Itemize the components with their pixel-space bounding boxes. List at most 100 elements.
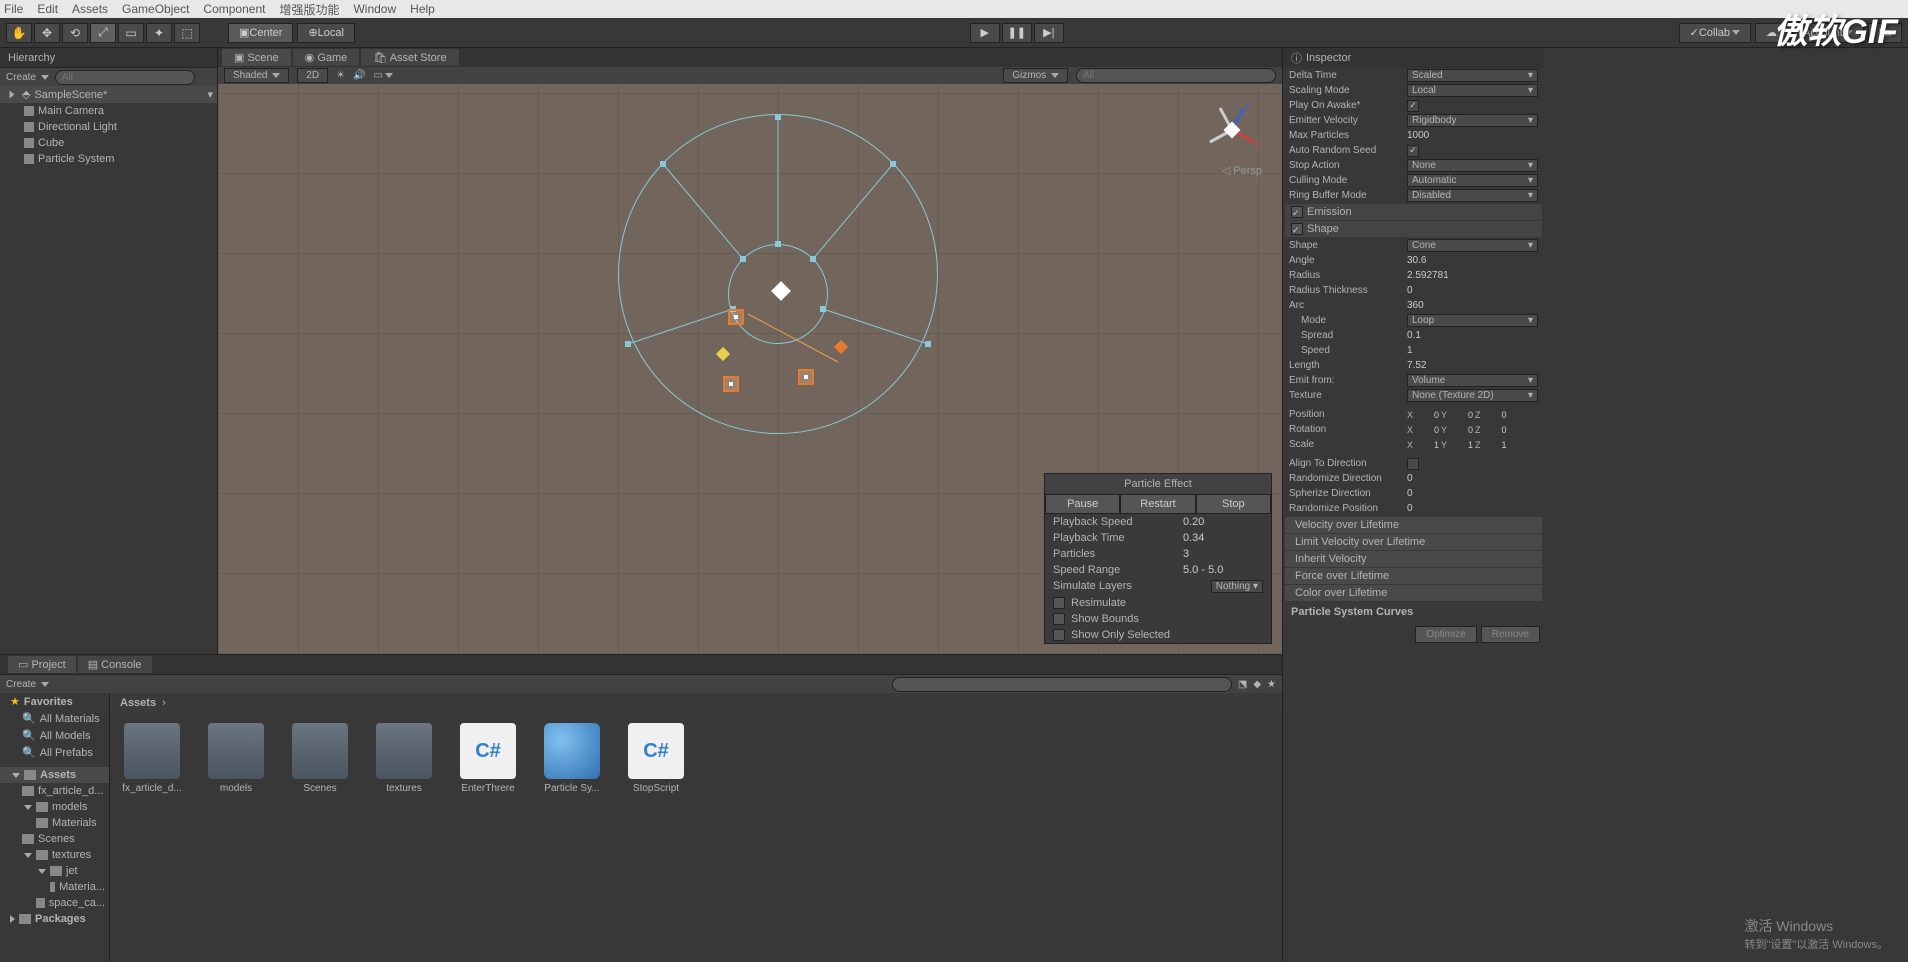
show-bounds-check[interactable]: Show Bounds — [1045, 611, 1271, 627]
prop-value[interactable]: 0 — [1407, 473, 1413, 484]
resimulate-check[interactable]: Resimulate — [1045, 595, 1271, 611]
folder-jet[interactable]: jet — [0, 863, 109, 879]
step-button[interactable]: ▶| — [1034, 23, 1064, 43]
fav-all-materials[interactable]: 🔍All Materials — [0, 710, 109, 727]
prop-dropdown[interactable]: Local▾ — [1407, 84, 1538, 97]
pivot-mode-button[interactable]: ▣ Center — [228, 23, 293, 43]
tab-asset-store[interactable]: 🛍 Asset Store — [361, 49, 458, 66]
folder-scenes[interactable]: Scenes — [0, 831, 109, 847]
prop-value[interactable]: 1000 — [1407, 130, 1429, 141]
hierarchy-create-button[interactable]: Create — [6, 72, 49, 83]
hierarchy-item-cube[interactable]: Cube — [0, 135, 217, 151]
asset-item[interactable]: C# EnterThrere — [456, 723, 520, 794]
search-filter-icon2[interactable]: ◆ — [1253, 679, 1261, 690]
assets-folder[interactable]: Assets — [0, 767, 109, 783]
hierarchy-tab[interactable]: Hierarchy — [8, 52, 55, 64]
custom-tool[interactable]: ⬚ — [174, 23, 200, 43]
inspector-module[interactable]: Inherit Velocity — [1285, 551, 1542, 567]
asset-item[interactable]: Scenes — [288, 723, 352, 794]
hierarchy-search-input[interactable] — [55, 70, 195, 85]
prop-value[interactable]: 360 — [1407, 300, 1424, 311]
tab-game[interactable]: ◉ Game — [293, 49, 360, 66]
axis-gizmo[interactable]: x z — [1202, 100, 1262, 160]
draw-mode-dropdown[interactable]: Shaded — [224, 68, 289, 83]
rotate-tool[interactable]: ⟲ — [62, 23, 88, 43]
shape-module[interactable]: Shape — [1285, 221, 1542, 237]
menu-enhanced[interactable]: 增强版功能 — [279, 1, 339, 18]
asset-item[interactable]: models — [204, 723, 268, 794]
menu-edit[interactable]: Edit — [37, 2, 58, 16]
particle-restart-button[interactable]: Restart — [1120, 494, 1195, 514]
project-create-button[interactable]: Create — [6, 679, 49, 690]
prop-dropdown[interactable]: None▾ — [1407, 159, 1538, 172]
prop-value[interactable]: 0.1 — [1407, 330, 1421, 341]
folder-materials[interactable]: Materials — [0, 815, 109, 831]
play-button[interactable]: ▶ — [970, 23, 1000, 43]
prop-value[interactable]: 7.52 — [1407, 360, 1426, 371]
prop-dropdown[interactable]: Volume▾ — [1407, 374, 1538, 387]
prop-value[interactable]: 0 — [1407, 285, 1413, 296]
transform-tool[interactable]: ✦ — [146, 23, 172, 43]
search-filter-icon[interactable]: ⬔ — [1238, 679, 1247, 690]
menu-assets[interactable]: Assets — [72, 2, 108, 16]
collab-button[interactable]: ✓ Collab — [1679, 23, 1751, 43]
menu-help[interactable]: Help — [410, 2, 435, 16]
asset-item[interactable]: Particle Sy... — [540, 723, 604, 794]
tab-scene[interactable]: ▣ Scene — [222, 49, 291, 66]
inspector-module[interactable]: Limit Velocity over Lifetime — [1285, 534, 1542, 550]
prop-value[interactable]: 2.592781 — [1407, 270, 1449, 281]
breadcrumb-assets[interactable]: Assets — [120, 697, 156, 709]
favorites-star-icon[interactable]: ★ — [1267, 679, 1276, 690]
fx-toggle[interactable]: ▭ — [373, 70, 392, 81]
show-only-selected-check[interactable]: Show Only Selected — [1045, 627, 1271, 643]
optimize-button[interactable]: Optimize — [1415, 626, 1476, 643]
audio-toggle[interactable]: 🔊 — [353, 70, 365, 81]
packages-folder[interactable]: Packages — [0, 911, 109, 927]
hierarchy-item-light[interactable]: Directional Light — [0, 119, 217, 135]
folder-textures[interactable]: textures — [0, 847, 109, 863]
prop-dropdown[interactable]: Disabled▾ — [1407, 189, 1538, 202]
prop-value[interactable]: 0 — [1407, 503, 1413, 514]
folder-models[interactable]: models — [0, 799, 109, 815]
scale-tool[interactable]: ⤢ — [90, 23, 116, 43]
menu-component[interactable]: Component — [203, 2, 265, 16]
prop-dropdown[interactable]: Scaled▾ — [1407, 69, 1538, 82]
folder-materia[interactable]: Materia... — [0, 879, 109, 895]
prop-checkbox[interactable] — [1407, 100, 1419, 112]
persp-label[interactable]: ◁ Persp — [1222, 164, 1262, 177]
inspector-module[interactable]: Force over Lifetime — [1285, 568, 1542, 584]
rect-tool[interactable]: ▭ — [118, 23, 144, 43]
playback-time-row[interactable]: Playback Time0.34 — [1045, 530, 1271, 546]
remove-button[interactable]: Remove — [1481, 626, 1540, 643]
scene-search-input[interactable] — [1076, 68, 1276, 83]
inspector-module[interactable]: Velocity over Lifetime — [1285, 517, 1542, 533]
folder-fx-article[interactable]: fx_article_d... — [0, 783, 109, 799]
prop-value[interactable]: 30.6 — [1407, 255, 1426, 266]
prop-dropdown[interactable]: None (Texture 2D)▾ — [1407, 389, 1538, 402]
hierarchy-item-particle[interactable]: Particle System — [0, 151, 217, 167]
prop-dropdown[interactable]: Cone▾ — [1407, 239, 1538, 252]
curves-header[interactable]: Particle System Curves — [1283, 602, 1544, 622]
emission-module[interactable]: Emission — [1285, 204, 1542, 220]
prop-checkbox[interactable] — [1407, 458, 1419, 470]
tab-project[interactable]: ▭ Project — [8, 656, 76, 673]
prop-value[interactable]: 0 — [1407, 488, 1413, 499]
favorites-folder[interactable]: ★Favorites — [0, 693, 109, 710]
gizmos-dropdown[interactable]: Gizmos — [1003, 68, 1068, 83]
asset-item[interactable]: C# StopScript — [624, 723, 688, 794]
asset-item[interactable]: textures — [372, 723, 436, 794]
pause-button[interactable]: ❚❚ — [1002, 23, 1032, 43]
prop-dropdown[interactable]: Automatic▾ — [1407, 174, 1538, 187]
menu-file[interactable]: File — [4, 2, 23, 16]
prop-dropdown[interactable]: Loop▾ — [1407, 314, 1538, 327]
fav-all-prefabs[interactable]: 🔍All Prefabs — [0, 744, 109, 761]
prop-value[interactable]: 1 — [1407, 345, 1413, 356]
prop-checkbox[interactable] — [1407, 145, 1419, 157]
pivot-rotation-button[interactable]: ⊕ Local — [297, 23, 355, 43]
menu-gameobject[interactable]: GameObject — [122, 2, 189, 16]
inspector-tab[interactable]: Inspector — [1306, 52, 1351, 64]
inspector-module[interactable]: Color over Lifetime — [1285, 585, 1542, 601]
mode-2d-toggle[interactable]: 2D — [297, 68, 328, 83]
simulate-layers-row[interactable]: Simulate LayersNothing ▾ — [1045, 578, 1271, 595]
particle-stop-button[interactable]: Stop — [1196, 494, 1271, 514]
